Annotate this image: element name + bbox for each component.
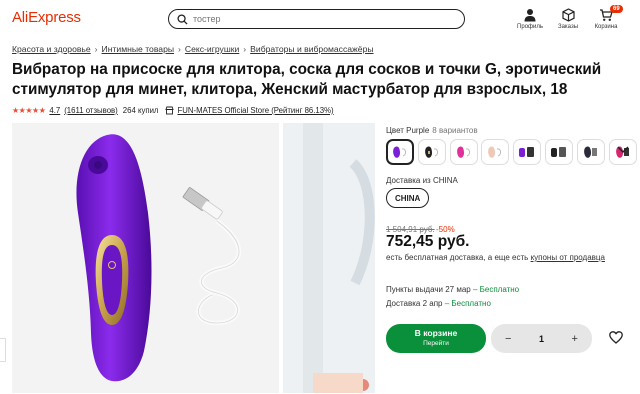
free-shipping-note: есть бесплатная доставка, а еще есть куп… [386, 253, 605, 262]
rating-value[interactable]: 4.7 [49, 106, 60, 115]
variants-count: 8 вариантов [432, 126, 478, 135]
seller-coupons-link[interactable]: купоны от продавца [531, 253, 605, 262]
aliexpress-logo[interactable]: AliExpress [12, 9, 81, 26]
ship-from-china-chip[interactable]: CHINA [386, 188, 430, 208]
product-secondary-image[interactable] [283, 123, 375, 393]
color-swatches [386, 139, 640, 165]
breadcrumb-item[interactable]: Секс-игрушки [185, 44, 239, 54]
courier-free: – Бесплатно [444, 299, 491, 308]
breadcrumb-item[interactable]: Интимные товары [102, 44, 174, 54]
product-title: Вибратор на присоске для клитора, соска … [12, 61, 602, 98]
swatch-purple-set[interactable] [513, 139, 542, 165]
pickup-delivery: Пункты выдачи 27 мар – Бесплатно [386, 285, 519, 294]
swatch-purple[interactable] [386, 139, 414, 165]
in-cart-button[interactable]: В корзине Перейти [386, 324, 486, 353]
orders-label: Заказы [557, 24, 579, 30]
user-icon [524, 9, 536, 22]
selected-color: Цвет Purple [386, 126, 430, 135]
rating-row: ★★★★★ 4.7 (1611 отзывов) 264 купил FUN-M… [12, 106, 334, 115]
quantity-stepper: − 1 + [491, 324, 592, 353]
go-to-cart-label: Перейти [423, 340, 449, 347]
search-icon [177, 13, 188, 25]
vibrator-product-image [12, 123, 279, 393]
pickup-free: – Бесплатно [472, 285, 520, 294]
current-price: 752,45 руб. [386, 233, 470, 250]
breadcrumb: Красота и здоровье › Интимные товары › С… [12, 44, 374, 54]
pickup-text: Пункты выдачи 27 мар [386, 285, 471, 294]
secondary-photo [283, 123, 375, 393]
swatch-pink[interactable] [449, 139, 478, 165]
courier-delivery: Доставка 2 апр – Бесплатно [386, 299, 491, 308]
in-cart-label: В корзине [414, 328, 458, 338]
chevron-right-icon: › [243, 44, 247, 54]
rating-stars: ★★★★★ [12, 106, 46, 115]
chevron-right-icon: › [94, 44, 98, 54]
swatch-black-set[interactable] [544, 139, 573, 165]
profile-button[interactable]: Профиль [513, 8, 547, 30]
heart-icon[interactable] [609, 331, 623, 344]
search-input[interactable] [193, 14, 453, 24]
gallery-prev-arrow[interactable] [0, 338, 6, 362]
color-label: Цвет Purple 8 вариантов [386, 126, 478, 135]
orders-button[interactable]: Заказы [551, 8, 585, 30]
store-icon [165, 106, 175, 115]
swatch-black[interactable] [417, 139, 446, 165]
cart-count-badge: 69 [610, 5, 623, 13]
cart-label: Корзина [594, 24, 618, 30]
swatch-dark[interactable] [576, 139, 605, 165]
increase-button[interactable]: + [572, 333, 578, 345]
profile-label: Профиль [517, 24, 543, 30]
decrease-button[interactable]: − [505, 333, 511, 345]
box-icon [561, 8, 575, 22]
ship-from-label: Доставка из CHINA [386, 176, 458, 185]
chevron-down-icon[interactable] [617, 146, 629, 154]
free-shipping-text: есть бесплатная доставка, а еще есть [386, 253, 531, 262]
store-link[interactable]: FUN-MATES Official Store (Рейтинг 86.13%… [165, 106, 334, 115]
cart-button[interactable]: 69 Корзина [589, 5, 623, 30]
product-main-image[interactable] [12, 123, 279, 393]
sold-count: 264 купил [122, 106, 159, 115]
swatch-beige[interactable] [481, 139, 510, 165]
quantity-value: 1 [538, 333, 544, 344]
chevron-right-icon: › [178, 44, 181, 54]
store-name: FUN-MATES Official Store (Рейтинг 86.13%… [177, 106, 334, 115]
breadcrumb-item[interactable]: Вибраторы и вибромассажёры [250, 44, 373, 54]
breadcrumb-item[interactable]: Красота и здоровье [12, 44, 91, 54]
courier-text: Доставка 2 апр [386, 299, 443, 308]
search-bar[interactable] [168, 9, 465, 29]
reviews-count-link[interactable]: (1611 отзывов) [64, 106, 118, 115]
